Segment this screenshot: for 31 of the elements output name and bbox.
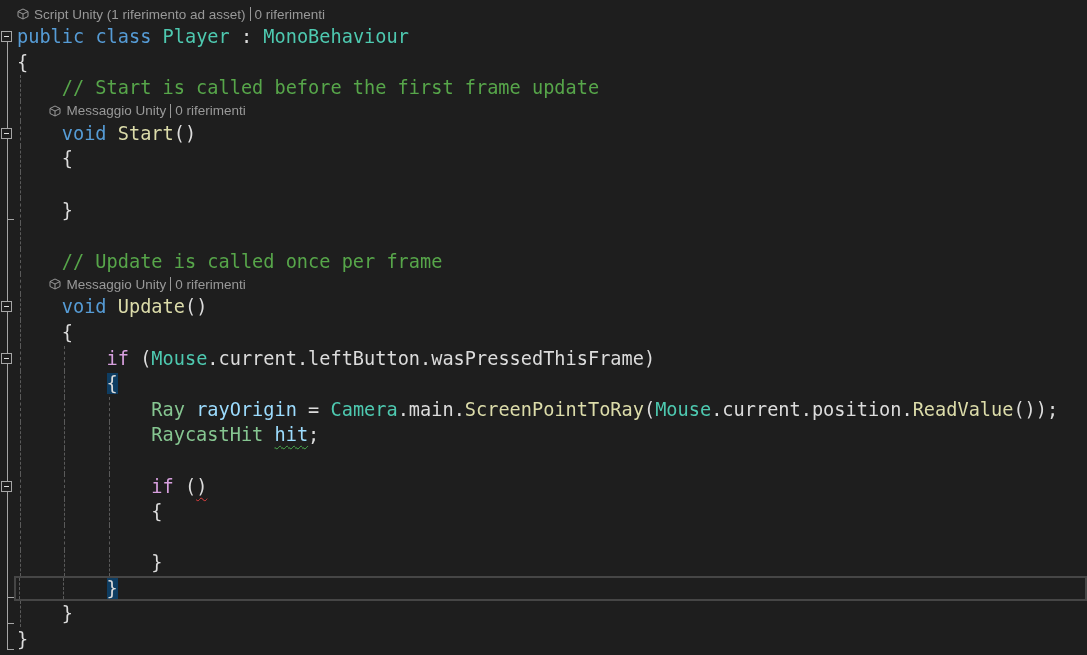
codelens-link[interactable]: Messaggio Unity [66, 103, 167, 119]
code-line: { [60, 320, 73, 345]
code-line: // Update is called once per frame [60, 249, 443, 274]
code-line: if () [150, 474, 208, 499]
code-line: public class Player : MonoBehaviour [17, 25, 409, 49]
code-line: void Update() [60, 295, 208, 320]
code-line: Ray rayOrigin = Camera.main.ScreenPointToRay(Mouse.current.position.ReadValue()); [150, 397, 1059, 422]
collapse-icon[interactable] [1, 127, 12, 139]
code-line: { [150, 500, 163, 525]
code-line: // Start is called before the first frame update [60, 76, 600, 101]
codelens-link[interactable]: 0 riferimenti [175, 276, 246, 292]
code-line: if (Mouse.current.leftButton.wasPressedThisFrame) [105, 346, 656, 371]
code-line: { [60, 147, 73, 172]
code-line: } [60, 602, 73, 627]
code-line: } [60, 198, 73, 223]
collapse-icon[interactable] [1, 352, 12, 364]
cube-icon [17, 8, 29, 20]
codelens-link[interactable]: Script Unity (1 riferimento ad asset) [34, 6, 246, 22]
code-line: RaycastHit hit; [150, 423, 320, 448]
code-line: void Start() [60, 121, 197, 146]
cube-icon [49, 104, 62, 117]
codelens-link[interactable]: 0 riferimenti [175, 103, 246, 119]
code-line: } [17, 628, 29, 653]
codelens-link[interactable]: 0 riferimenti [254, 6, 326, 22]
collapse-icon[interactable] [1, 31, 12, 42]
codelens-link[interactable]: Messaggio Unity [66, 276, 167, 292]
collapse-icon[interactable] [1, 480, 12, 492]
cube-icon [49, 278, 62, 291]
code-line: { [17, 50, 29, 75]
collapse-icon[interactable] [1, 301, 12, 313]
code-line: } [150, 551, 163, 576]
